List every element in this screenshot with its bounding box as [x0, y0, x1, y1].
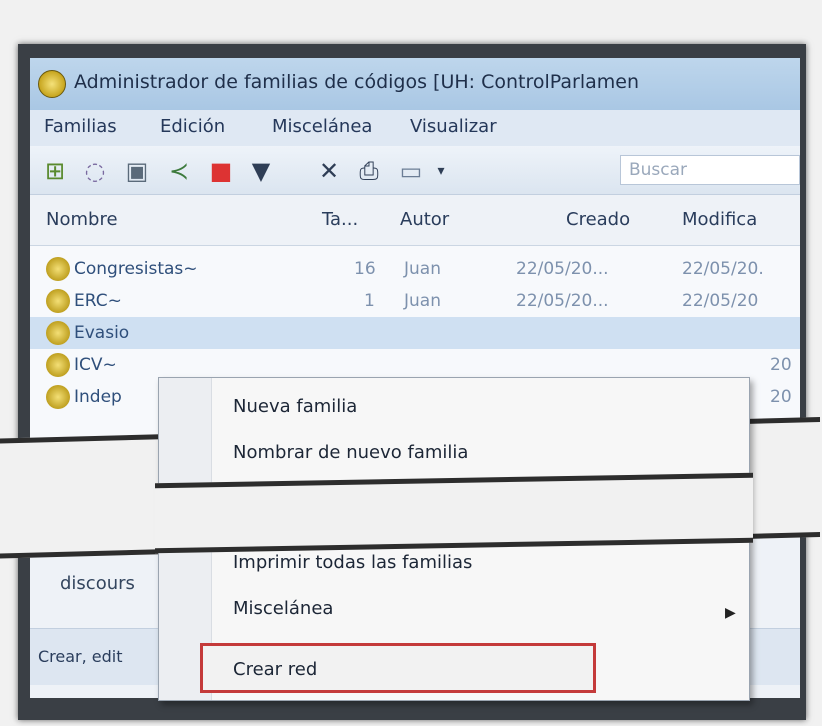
family-icon — [46, 385, 70, 409]
row-name: ERC~ — [74, 291, 122, 311]
menu-visualizar[interactable]: Visualizar — [410, 116, 497, 137]
stop-icon[interactable]: ■ — [206, 156, 236, 186]
list-row[interactable]: Congresistas~ 16 Juan 22/05/20... 22/05/… — [30, 253, 800, 285]
status-text: Crear, edit — [38, 647, 123, 666]
row-ta: 16 — [354, 259, 376, 279]
toolbar: ⊞ ◌ ▣ ≺ ■ ▼ ✕ ⎙ ▭ ▾ Buscar — [30, 146, 800, 195]
column-header-nombre[interactable]: Nombre — [46, 209, 118, 230]
column-header-creado[interactable]: Creado — [566, 209, 630, 230]
list-row-selected[interactable]: Evasio — [30, 317, 800, 349]
column-header-modificado[interactable]: Modifica — [682, 209, 757, 230]
row-ta: 1 — [364, 291, 375, 311]
menu-item-nombrar-familia[interactable]: Nombrar de nuevo familia — [233, 442, 468, 463]
row-creado: 22/05/20... — [516, 291, 609, 311]
menu-item-crear-red[interactable]: Crear red — [200, 643, 596, 693]
row-modificado: 20 — [770, 355, 792, 375]
list-row[interactable]: ERC~ 1 Juan 22/05/20... 22/05/20 — [30, 285, 800, 317]
search-input[interactable]: Buscar — [620, 155, 800, 185]
row-modificado: 22/05/20 — [682, 291, 759, 311]
properties-icon[interactable]: ▣ — [122, 156, 152, 186]
comment-text: discours — [60, 573, 135, 594]
comment-icon[interactable]: ◌ — [80, 156, 110, 186]
context-menu-torn-edge — [155, 472, 753, 554]
list-header: Nombre Ta... Autor Creado Modifica — [30, 195, 800, 246]
family-icon — [46, 289, 70, 313]
row-name: ICV~ — [74, 355, 117, 375]
family-icon — [46, 353, 70, 377]
new-family-icon[interactable]: ⊞ — [40, 156, 70, 186]
column-header-tamano[interactable]: Ta... — [322, 209, 358, 230]
column-header-autor[interactable]: Autor — [400, 209, 449, 230]
print-icon[interactable]: ⎙ — [354, 156, 384, 186]
row-modificado: 20 — [770, 387, 792, 407]
row-autor: Juan — [404, 259, 441, 279]
row-name: Indep — [74, 387, 122, 407]
row-modificado: 22/05/20. — [682, 259, 764, 279]
row-name: Evasio — [74, 323, 130, 343]
view-icon[interactable]: ▭ — [396, 156, 426, 186]
window-title: Administrador de familias de códigos [UH… — [74, 71, 639, 93]
family-icon — [46, 257, 70, 281]
dropdown-arrow-icon[interactable]: ▾ — [426, 156, 456, 186]
delete-icon[interactable]: ✕ — [314, 156, 344, 186]
menu-bar: Familias Edición Miscelánea Visualizar — [30, 110, 800, 147]
family-icon — [46, 321, 70, 345]
title-bar: Administrador de familias de códigos [UH… — [30, 58, 800, 110]
menu-familias[interactable]: Familias — [44, 116, 117, 137]
menu-miscelanea[interactable]: Miscelánea — [272, 116, 372, 137]
row-name: Congresistas~ — [74, 259, 198, 279]
atlas-app-icon — [38, 70, 66, 98]
menu-item-nueva-familia[interactable]: Nueva familia — [233, 396, 357, 417]
menu-item-imprimir-familias[interactable]: Imprimir todas las familias — [233, 552, 472, 573]
filter-icon[interactable]: ▼ — [246, 156, 276, 186]
row-autor: Juan — [404, 291, 441, 311]
crear-red-label: Crear red — [233, 659, 318, 680]
row-creado: 22/05/20... — [516, 259, 609, 279]
menu-edicion[interactable]: Edición — [160, 116, 225, 137]
submenu-arrow-icon: ▶ — [725, 605, 736, 621]
network-icon[interactable]: ≺ — [164, 156, 194, 186]
menu-item-miscelanea[interactable]: Miscelánea — [233, 598, 333, 619]
